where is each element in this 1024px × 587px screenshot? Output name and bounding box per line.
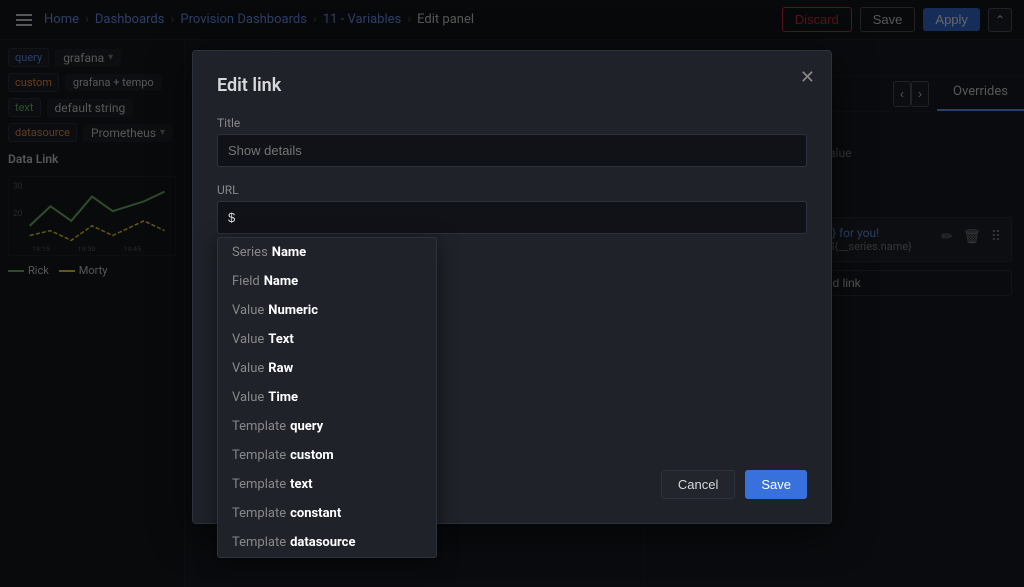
dropdown-item-value-raw[interactable]: Value Raw [218, 354, 436, 383]
dropdown-item-template-custom[interactable]: Template custom [218, 441, 436, 470]
modal-overlay: Edit link ✕ Title URL Series Name Field … [0, 0, 1024, 587]
dropdown-item-series-name[interactable]: Series Name [218, 238, 436, 267]
edit-link-modal: Edit link ✕ Title URL Series Name Field … [192, 50, 832, 524]
save-modal-button[interactable]: Save [745, 470, 807, 499]
dropdown-item-template-constant[interactable]: Template constant [218, 499, 436, 528]
modal-title: Edit link [217, 75, 807, 96]
url-input[interactable] [217, 201, 807, 234]
cancel-button[interactable]: Cancel [661, 470, 735, 499]
title-field-label: Title [217, 116, 807, 130]
dropdown-item-field-name[interactable]: Field Name [218, 267, 436, 296]
dropdown-item-value-numeric[interactable]: Value Numeric [218, 296, 436, 325]
modal-close-button[interactable]: ✕ [800, 67, 815, 88]
url-input-wrapper: Series Name Field Name Value Numeric Val… [217, 201, 807, 234]
dropdown-item-value-text[interactable]: Value Text [218, 325, 436, 354]
dropdown-item-template-query[interactable]: Template query [218, 412, 436, 441]
title-input[interactable] [217, 134, 807, 167]
dropdown-item-template-text[interactable]: Template text [218, 470, 436, 499]
url-dropdown-menu: Series Name Field Name Value Numeric Val… [217, 237, 437, 558]
dropdown-item-template-datasource[interactable]: Template datasource [218, 528, 436, 557]
dropdown-item-value-time[interactable]: Value Time [218, 383, 436, 412]
url-field-label: URL [217, 183, 807, 197]
